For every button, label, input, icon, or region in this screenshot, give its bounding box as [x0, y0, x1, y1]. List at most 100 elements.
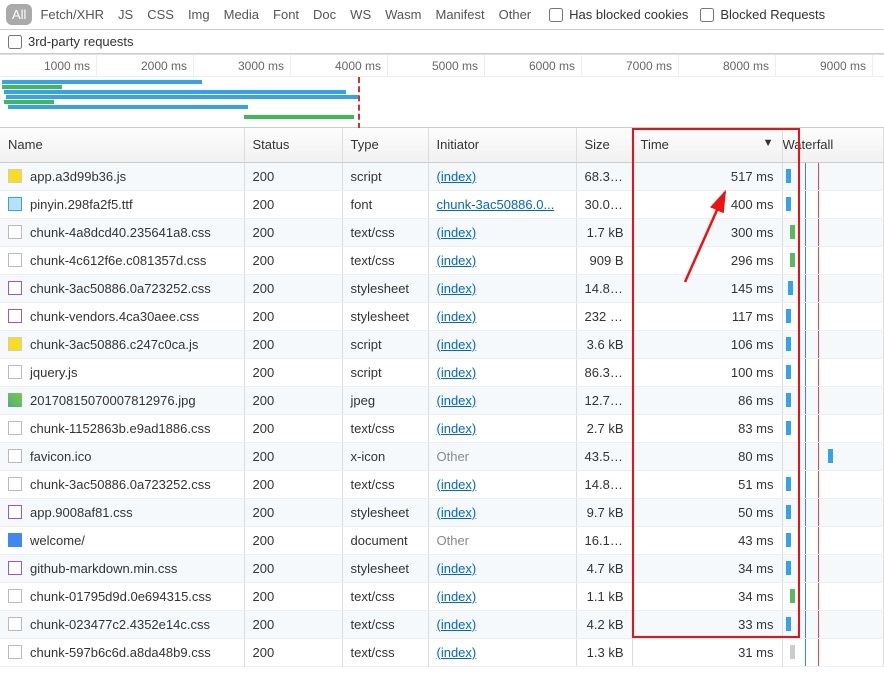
- blocked-cookies-checkbox[interactable]: [549, 8, 563, 22]
- filter-css-button[interactable]: CSS: [141, 4, 180, 25]
- initiator-link[interactable]: (index): [437, 365, 477, 380]
- ico-file-icon: [8, 449, 22, 463]
- file-name: 20170815070007812976.jpg: [30, 393, 196, 408]
- column-header-size[interactable]: Size: [576, 128, 632, 162]
- initiator-link[interactable]: (index): [437, 421, 477, 436]
- thirdparty-checkbox[interactable]: [8, 35, 22, 49]
- initiator-link[interactable]: (index): [437, 253, 477, 268]
- table-row[interactable]: chunk-01795d9d.0e694315.css200text/css(i…: [0, 582, 884, 610]
- initiator-link[interactable]: (index): [437, 281, 477, 296]
- timeline-bars: [0, 77, 884, 129]
- initiator-cell: Other: [428, 526, 576, 554]
- table-row[interactable]: github-markdown.min.css200stylesheet(ind…: [0, 554, 884, 582]
- file-name: chunk-1152863b.e9ad1886.css: [30, 421, 210, 436]
- table-row[interactable]: chunk-4a8dcd40.235641a8.css200text/css(i…: [0, 218, 884, 246]
- initiator-link[interactable]: (index): [437, 561, 477, 576]
- table-row[interactable]: chunk-1152863b.e9ad1886.css 200text/css (i…: [0, 414, 884, 442]
- type-cell: text/css: [342, 470, 428, 498]
- column-header-time[interactable]: Time ▼: [632, 128, 782, 162]
- filter-manifest-button[interactable]: Manifest: [429, 4, 490, 25]
- filter-img-button[interactable]: Img: [182, 4, 216, 25]
- initiator-cell: (index): [428, 498, 576, 526]
- column-header-status[interactable]: Status: [244, 128, 342, 162]
- filter-doc-button[interactable]: Doc: [307, 4, 342, 25]
- filter-other-button[interactable]: Other: [493, 4, 538, 25]
- waterfall-cell: [782, 554, 884, 582]
- initiator-link[interactable]: (index): [437, 225, 477, 240]
- table-row[interactable]: chunk-023477c2.4352e14c.css200text/css(i…: [0, 610, 884, 638]
- waterfall-cell: [782, 610, 884, 638]
- status-cell: 200: [244, 442, 342, 470]
- js-file-icon: [8, 169, 22, 183]
- initiator-link[interactable]: (index): [437, 393, 477, 408]
- filter-js-button[interactable]: JS: [112, 4, 139, 25]
- time-cell: 51 ms: [632, 470, 782, 498]
- table-row[interactable]: chunk-3ac50886.0a723252.css 200text/css (i…: [0, 470, 884, 498]
- status-cell: 200: [244, 414, 342, 442]
- time-cell: 517 ms: [632, 163, 782, 191]
- table-row[interactable]: pinyin.298fa2f5.ttf200fontchunk-3ac50886…: [0, 190, 884, 218]
- initiator-link[interactable]: (index): [437, 505, 477, 520]
- status-cell: 200: [244, 386, 342, 414]
- waterfall-cell: [782, 470, 884, 498]
- table-row[interactable]: jquery.js200script(index)86.3 kB100 ms: [0, 358, 884, 386]
- timeline-tick: 6000 ms: [485, 55, 582, 76]
- initiator-link[interactable]: (index): [437, 309, 477, 324]
- status-cell: 200: [244, 526, 342, 554]
- timeline-overview[interactable]: 1000 ms 2000 ms 3000 ms 4000 ms 5000 ms …: [0, 54, 884, 128]
- request-table[interactable]: Name Status Type Initiator Size Time ▼ W…: [0, 128, 884, 163]
- file-name: chunk-3ac50886.0a723252.css: [30, 477, 211, 492]
- type-cell: text/css: [342, 414, 428, 442]
- waterfall-cell: [782, 302, 884, 330]
- file-name: chunk-4a8dcd40.235641a8.css: [30, 225, 211, 240]
- time-cell: 296 ms: [632, 246, 782, 274]
- filter-wasm-button[interactable]: Wasm: [379, 4, 427, 25]
- table-row[interactable]: chunk-597b6c6d.a8da48b9.css200text/css(i…: [0, 638, 884, 666]
- filter-ws-button[interactable]: WS: [344, 4, 377, 25]
- filter-toolbar: All Fetch/XHR JS CSS Img Media Font Doc …: [0, 0, 884, 30]
- size-cell: 16.1 kB: [576, 526, 632, 554]
- column-header-initiator[interactable]: Initiator: [428, 128, 576, 162]
- status-cell: 200: [244, 470, 342, 498]
- type-cell: stylesheet: [342, 498, 428, 526]
- waterfall-cell: [782, 190, 884, 218]
- column-header-time-label: Time: [641, 137, 669, 152]
- filter-all-button[interactable]: All: [6, 4, 32, 25]
- table-row[interactable]: chunk-3ac50886.c247c0ca.js200script(inde…: [0, 330, 884, 358]
- size-cell: 14.8 kB: [576, 274, 632, 302]
- status-cell: 200: [244, 246, 342, 274]
- filter-fetch-button[interactable]: Fetch/XHR: [34, 4, 110, 25]
- column-header-type[interactable]: Type: [342, 128, 428, 162]
- column-header-name[interactable]: Name: [0, 128, 244, 162]
- initiator-cell: (index): [428, 386, 576, 414]
- blocked-requests-toggle[interactable]: Blocked Requests: [700, 7, 825, 22]
- initiator-cell: Other: [428, 442, 576, 470]
- table-row[interactable]: welcome/200documentOther16.1 kB43 ms: [0, 526, 884, 554]
- waterfall-cell: [782, 582, 884, 610]
- table-row[interactable]: 20170815070007812976.jpg200jpeg(index)12…: [0, 386, 884, 414]
- table-row[interactable]: chunk-4c612f6e.c081357d.css200text/css(i…: [0, 246, 884, 274]
- type-cell: text/css: [342, 246, 428, 274]
- initiator-link[interactable]: (index): [437, 169, 477, 184]
- css-file-icon: [8, 309, 22, 323]
- initiator-link[interactable]: (index): [437, 477, 477, 492]
- filter-font-button[interactable]: Font: [267, 4, 305, 25]
- initiator-link[interactable]: (index): [437, 337, 477, 352]
- table-row[interactable]: app.a3d99b36.js200script(index)68.3 kB51…: [0, 163, 884, 191]
- initiator-link[interactable]: (index): [437, 645, 477, 660]
- table-row[interactable]: app.9008af81.css200stylesheet(index)9.7 …: [0, 498, 884, 526]
- blocked-cookies-toggle[interactable]: Has blocked cookies: [549, 7, 688, 22]
- column-header-waterfall[interactable]: Waterfall: [782, 128, 884, 162]
- initiator-cell: (index): [428, 638, 576, 666]
- type-cell: text/css: [342, 638, 428, 666]
- table-row[interactable]: favicon.ico200x-iconOther43.5 kB80 ms: [0, 442, 884, 470]
- table-row[interactable]: chunk-3ac50886.0a723252.css200stylesheet…: [0, 274, 884, 302]
- filter-media-button[interactable]: Media: [218, 4, 265, 25]
- initiator-link[interactable]: chunk-3ac50886.0...: [437, 197, 555, 212]
- waterfall-cell: [782, 274, 884, 302]
- initiator-link[interactable]: (index): [437, 589, 477, 604]
- blocked-requests-checkbox[interactable]: [700, 8, 714, 22]
- initiator-link[interactable]: (index): [437, 617, 477, 632]
- table-row[interactable]: chunk-vendors.4ca30aee.css200stylesheet(…: [0, 302, 884, 330]
- size-cell: 4.7 kB: [576, 554, 632, 582]
